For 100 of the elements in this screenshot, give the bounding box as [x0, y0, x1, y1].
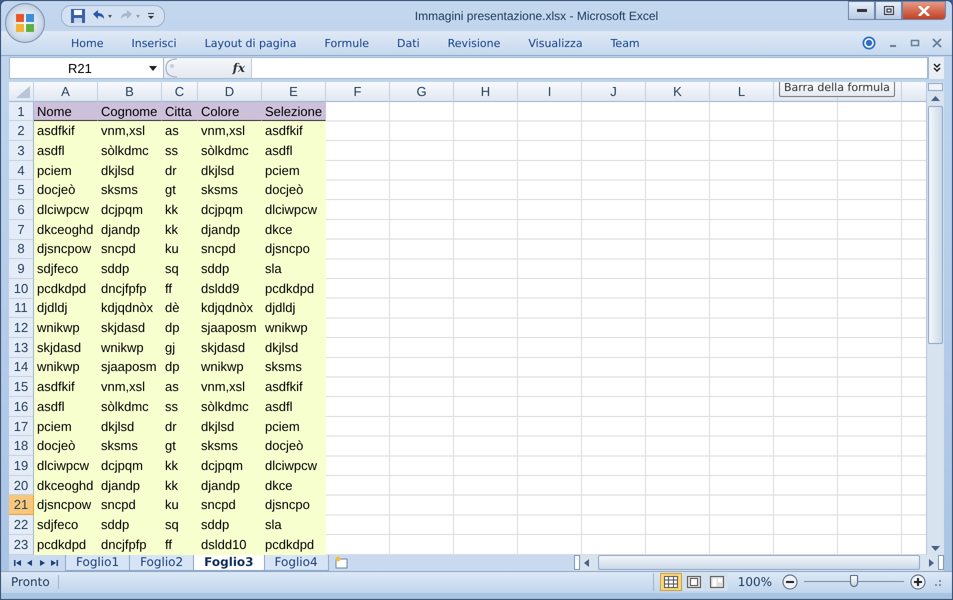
zoom-in-icon[interactable]: [910, 574, 926, 590]
row-header[interactable]: 1: [9, 102, 34, 122]
ribbon-tab[interactable]: Layout di pagina: [190, 36, 311, 50]
split-box[interactable]: [938, 555, 944, 570]
scrollbar-thumb[interactable]: [928, 106, 943, 344]
row-header[interactable]: 23: [9, 534, 34, 555]
save-icon[interactable]: [70, 8, 86, 24]
table-cell: vnm,xsl: [198, 377, 262, 398]
row-header[interactable]: 17: [9, 416, 34, 436]
column-header[interactable]: C: [162, 82, 198, 102]
scrollbar-thumb[interactable]: [598, 555, 920, 570]
ribbon-tab[interactable]: Formule: [310, 36, 384, 50]
row-header[interactable]: 12: [9, 318, 34, 338]
table-cell: djsncpo: [262, 495, 326, 516]
sheet-tab[interactable]: Foglio1: [65, 554, 130, 571]
round-handle-icon[interactable]: [164, 58, 178, 78]
row-header[interactable]: 4: [9, 160, 34, 180]
table-cell: sòlkdmc: [198, 397, 262, 417]
table-cell: as: [162, 377, 198, 398]
table-cell: docjeò: [262, 180, 326, 200]
table-cell: kk: [162, 476, 198, 496]
column-header[interactable]: G: [390, 82, 454, 102]
table-cell: docjeò: [34, 180, 98, 200]
ribbon-tab[interactable]: Visualizza: [514, 36, 597, 50]
zoom-level[interactable]: 100%: [738, 575, 772, 590]
row-header[interactable]: 22: [9, 515, 34, 535]
window-title: Immagini presentazione.xlsx - Microsoft Excel: [414, 9, 660, 23]
name-box[interactable]: R21: [9, 57, 164, 80]
row-header[interactable]: 14: [9, 358, 34, 378]
column-header[interactable]: E: [262, 82, 326, 102]
insert-function-button[interactable]: fx: [232, 61, 245, 76]
ribbon-tab[interactable]: Revisione: [434, 36, 514, 50]
ribbon-tab[interactable]: Home: [57, 36, 118, 50]
table-cell: dkceoghd: [34, 476, 98, 496]
column-header[interactable]: I: [518, 82, 582, 102]
help-icon[interactable]: [862, 36, 876, 50]
row-header[interactable]: 3: [9, 141, 34, 161]
column-header[interactable]: A: [34, 82, 98, 102]
row-header[interactable]: 13: [9, 338, 34, 358]
slider-thumb[interactable]: [850, 575, 858, 588]
table-cell: djandp: [98, 476, 162, 496]
row-header[interactable]: 6: [9, 200, 34, 220]
insert-sheet-icon[interactable]: [334, 556, 350, 570]
column-header[interactable]: L: [710, 82, 774, 102]
row-header[interactable]: 2: [9, 121, 34, 142]
minimize-button[interactable]: [848, 1, 875, 20]
row-header[interactable]: 16: [9, 397, 34, 417]
row-header[interactable]: 7: [9, 220, 34, 240]
split-box[interactable]: [574, 555, 580, 570]
view-button[interactable]: [682, 573, 705, 592]
office-logo-icon: [14, 12, 36, 34]
row-header[interactable]: 5: [9, 180, 34, 200]
table-cell: dr: [162, 416, 198, 436]
sheet-tab[interactable]: Foglio2: [129, 554, 194, 571]
last-sheet-icon[interactable]: [49, 558, 59, 568]
office-button[interactable]: [5, 3, 45, 43]
table-cell: ku: [162, 240, 198, 260]
table-cell: asdfkif: [262, 121, 326, 142]
row-header[interactable]: 10: [9, 278, 34, 299]
table-cell: skjdasd: [98, 318, 162, 338]
sheet-tab[interactable]: Foglio3: [193, 554, 265, 571]
row-header[interactable]: 19: [9, 456, 34, 476]
view-button[interactable]: [660, 573, 682, 592]
maximize-button[interactable]: [875, 1, 902, 20]
resize-grip-icon: [932, 577, 942, 588]
grid-view-icon: [664, 576, 678, 588]
next-sheet-icon[interactable]: [37, 558, 47, 568]
row-header[interactable]: 18: [9, 436, 34, 456]
table-cell: skjdasd: [198, 338, 262, 358]
column-header[interactable]: J: [582, 82, 646, 102]
column-header[interactable]: D: [198, 82, 262, 102]
ribbon-tab[interactable]: Team: [596, 36, 654, 50]
table-cell: dsldd10: [198, 534, 262, 555]
table-cell: gt: [162, 436, 198, 456]
ribbon-tab[interactable]: Inserisci: [117, 36, 191, 50]
row-header[interactable]: 15: [9, 377, 34, 398]
row-header[interactable]: 20: [9, 476, 34, 496]
table-cell: wnikwp: [262, 318, 326, 338]
ribbon-tab[interactable]: Dati: [383, 36, 434, 50]
zoom-slider[interactable]: [804, 575, 904, 590]
sheet-tab[interactable]: Foglio4: [264, 554, 329, 571]
row-header[interactable]: 21: [9, 495, 34, 516]
row-header[interactable]: 9: [9, 259, 34, 279]
close-icon[interactable]: [932, 38, 942, 48]
restore-icon[interactable]: [910, 38, 920, 48]
row-header[interactable]: 11: [9, 298, 34, 318]
column-header[interactable]: H: [454, 82, 518, 102]
expand-formula-bar-button[interactable]: [928, 57, 944, 80]
table-cell: sksms: [198, 180, 262, 200]
formula-input[interactable]: [252, 57, 928, 80]
row-header[interactable]: 8: [9, 240, 34, 260]
table-cell: Colore: [198, 102, 262, 122]
first-sheet-icon[interactable]: [13, 558, 23, 568]
close-button[interactable]: [902, 1, 946, 20]
zoom-out-icon[interactable]: [782, 574, 798, 590]
column-header[interactable]: B: [98, 82, 162, 102]
view-button[interactable]: [706, 573, 728, 592]
previous-sheet-icon[interactable]: [25, 558, 35, 568]
column-header[interactable]: F: [326, 82, 390, 102]
column-header[interactable]: K: [646, 82, 710, 102]
